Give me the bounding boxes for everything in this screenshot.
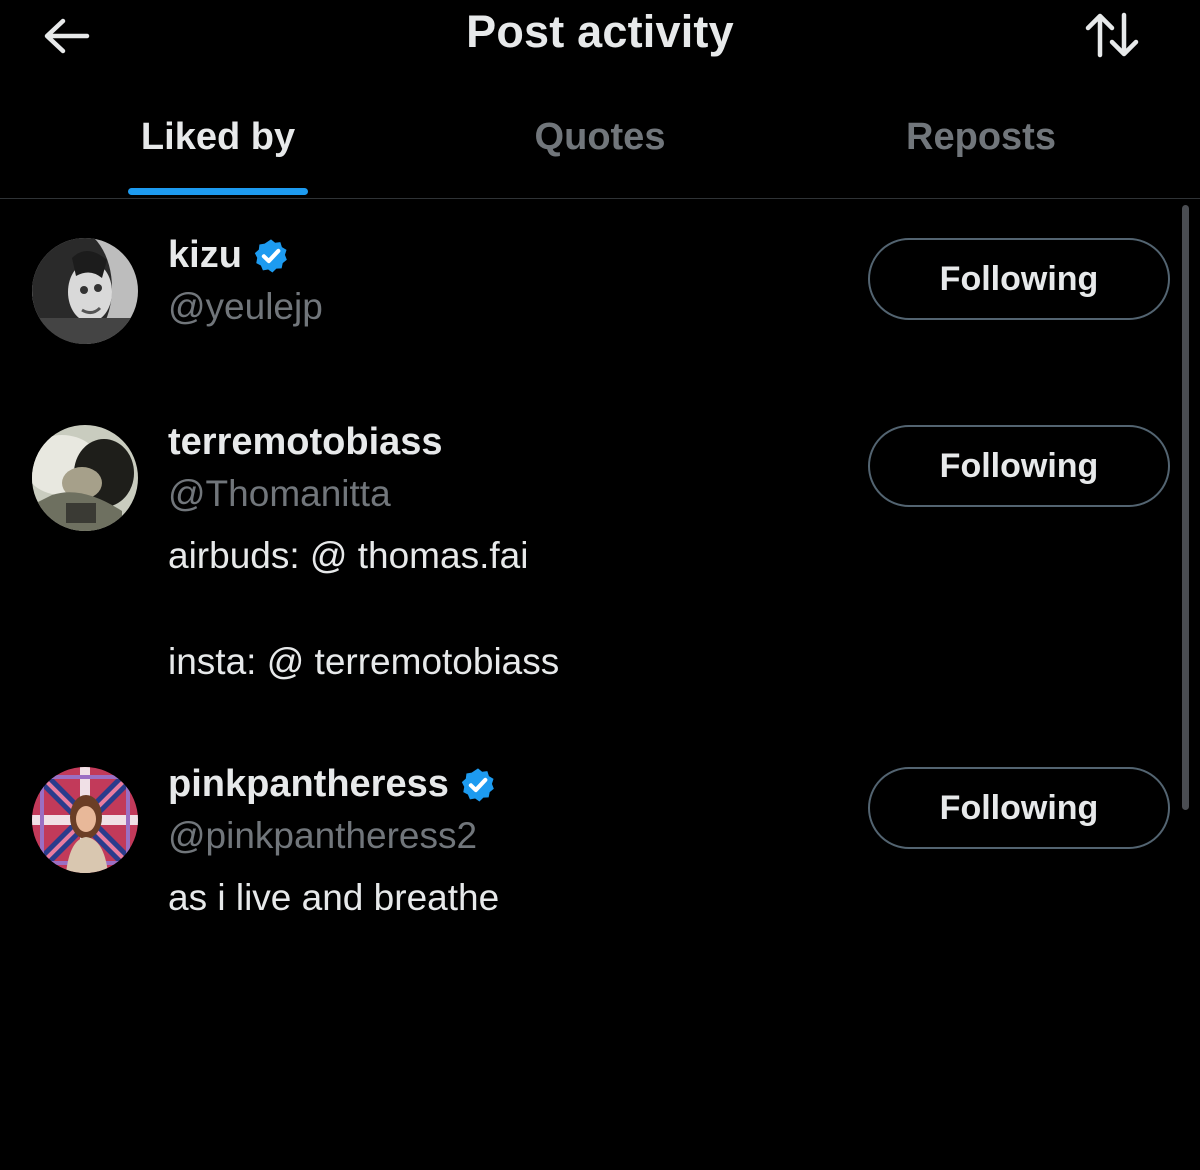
page-title: Post activity: [466, 6, 734, 57]
verified-badge-icon: [461, 767, 494, 801]
name-line: pinkpantheress: [168, 763, 497, 806]
avatar[interactable]: [32, 425, 138, 531]
avatar[interactable]: [32, 767, 138, 873]
bio-line: insta: @ terremotobiass: [168, 641, 560, 682]
user-handle[interactable]: @pinkpantheress2: [168, 815, 477, 857]
following-button[interactable]: Following: [868, 767, 1170, 849]
sort-arrows-icon: [1085, 12, 1139, 58]
bio-line: airbuds: @ thomas.fai: [168, 535, 529, 576]
user-handle[interactable]: @yeulejp: [168, 286, 323, 328]
user-bio: as i live and breathe: [168, 871, 499, 924]
top-bar: Post activity: [0, 0, 1200, 80]
user-row[interactable]: kizu @yeulejp Following: [0, 226, 1180, 376]
tab-liked-by[interactable]: Liked by: [18, 96, 418, 198]
following-button[interactable]: Following: [868, 238, 1170, 320]
bio-line: as i live and breathe: [168, 877, 500, 918]
user-row[interactable]: pinkpantheress @pinkpantheress2 as i liv…: [0, 755, 1180, 935]
user-bio: airbuds: @ thomas.fai insta: @ terremoto…: [168, 529, 559, 688]
display-name[interactable]: terremotobiass: [168, 421, 443, 464]
scrollbar[interactable]: [1182, 205, 1189, 810]
user-row[interactable]: terremotobiass @Thomanitta airbuds: @ th…: [0, 413, 1180, 713]
display-name[interactable]: pinkpantheress: [168, 763, 449, 806]
avatar[interactable]: [32, 238, 138, 344]
tab-label: Quotes: [534, 116, 666, 158]
active-tab-indicator: [128, 188, 308, 195]
bio-line: [168, 582, 559, 635]
tab-reposts[interactable]: Reposts: [781, 96, 1181, 198]
name-line: kizu: [168, 234, 290, 277]
verified-badge-icon: [254, 238, 287, 272]
sort-button[interactable]: [1080, 10, 1146, 60]
user-handle[interactable]: @Thomanitta: [168, 473, 391, 515]
tab-quotes[interactable]: Quotes: [400, 96, 800, 198]
following-button[interactable]: Following: [868, 425, 1170, 507]
tab-label: Reposts: [906, 116, 1056, 158]
tab-label: Liked by: [140, 116, 296, 158]
tab-bar: Liked by Quotes Reposts: [0, 96, 1200, 199]
name-line: terremotobiass: [168, 421, 443, 464]
display-name[interactable]: kizu: [168, 234, 242, 277]
